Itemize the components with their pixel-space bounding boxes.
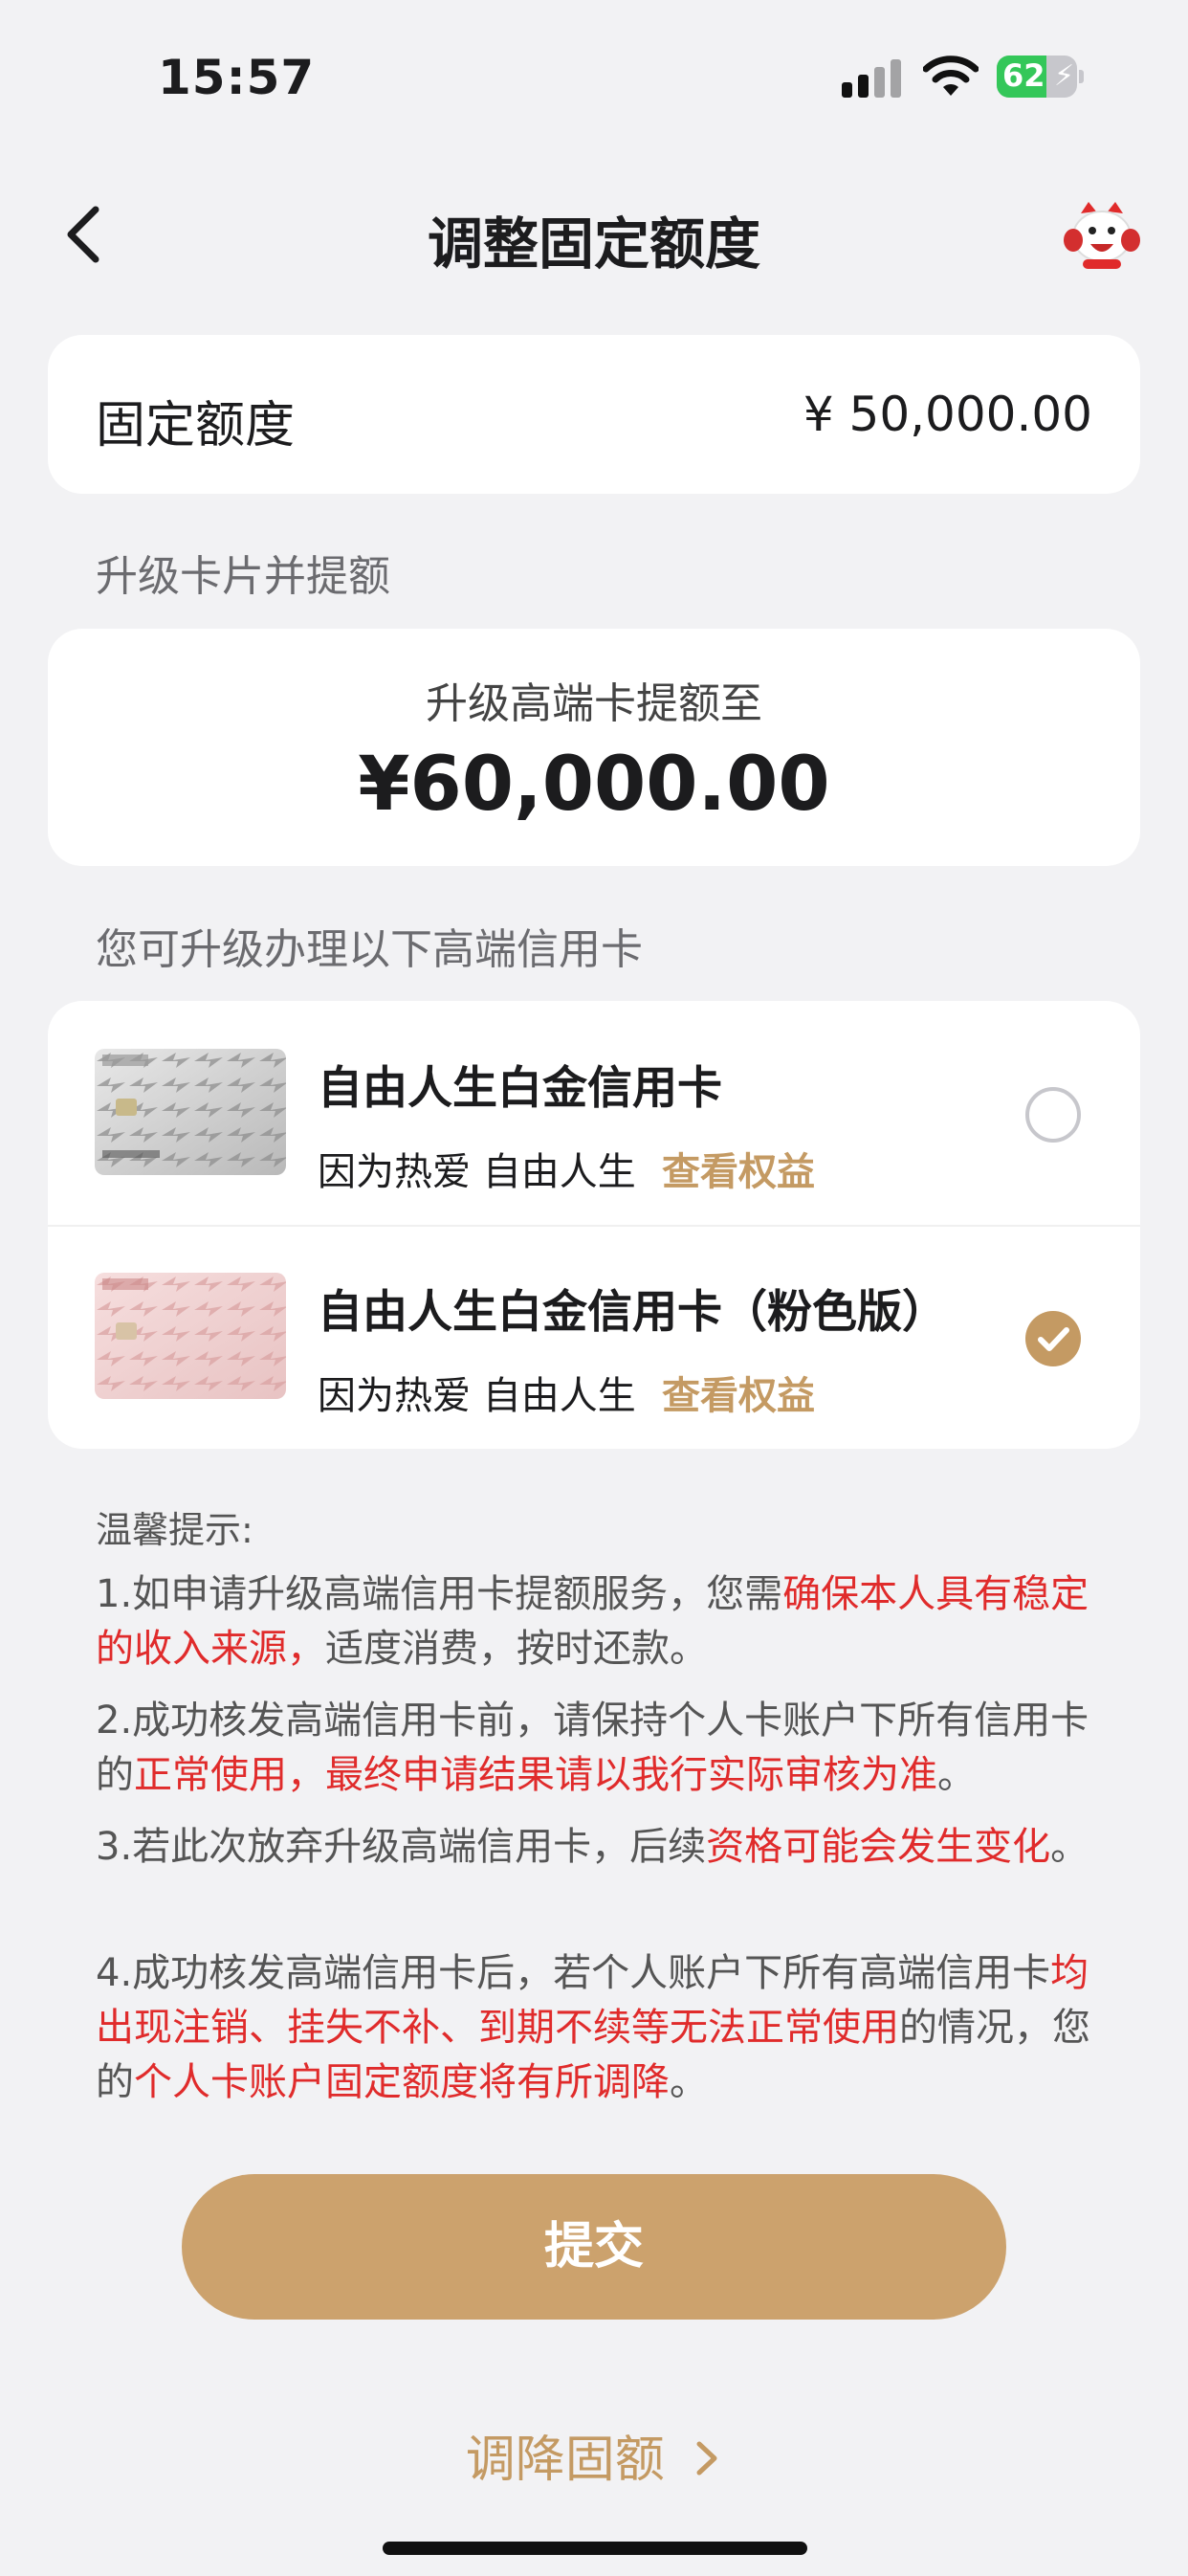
cellular-signal-icon [842, 59, 901, 98]
tip-3: 3.若此次放弃升级高端信用卡，后续资格可能会发生变化。 [96, 1820, 1110, 1875]
home-indicator [383, 2542, 807, 2555]
tip-text: 。 [937, 1753, 976, 1797]
radio-selected[interactable] [1025, 1311, 1081, 1366]
fixed-limit-card: 固定额度 ¥ 50,000.00 [48, 335, 1140, 494]
lower-limit-link[interactable]: 调降固额 [0, 2419, 1188, 2491]
tip-4: 4.成功核发高端信用卡后，若个人账户下所有高端信用卡均出现注销、挂失不补、到期不… [96, 1946, 1110, 2110]
tips-title: 温馨提示: [96, 1509, 253, 1551]
card-tagline: 因为热爱 自由人生 [318, 1374, 636, 1418]
charging-bolt-icon: ⚡ [1054, 59, 1075, 93]
lower-limit-label: 调降固额 [465, 2432, 665, 2489]
page-title: 调整固定额度 [427, 211, 760, 277]
checkmark-icon [1038, 1327, 1069, 1351]
battery-percent: 62 [1002, 57, 1045, 94]
tip-1: 1.如申请升级高端信用卡提额服务，您需确保本人具有稳定的收入来源，适度消费，按时… [96, 1567, 1110, 1677]
view-benefits-link[interactable]: 查看权益 [662, 1141, 815, 1196]
card-name: 自由人生白金信用卡 [318, 1062, 722, 1115]
tip-text: 4.成功核发高端信用卡后，若个人账户下所有高端信用卡 [96, 1951, 1051, 1995]
card-options-list: 自由人生白金信用卡 因为热爱 自由人生 查看权益 自由人生白金信用卡（粉色版） … [48, 1001, 1140, 1449]
tip-highlight: 资格可能会发生变化 [706, 1825, 1051, 1869]
tip-text: 。 [670, 2060, 708, 2104]
battery-icon: 62 ⚡ [997, 56, 1084, 98]
tip-2: 2.成功核发高端信用卡前，请保持个人卡账户下所有信用卡的正常使用，最终申请结果请… [96, 1694, 1110, 1803]
radio-unselected[interactable] [1025, 1087, 1081, 1143]
tip-highlight: 个人卡账户固定额度将有所调降 [134, 2060, 670, 2104]
fixed-limit-label: 固定额度 [96, 397, 296, 455]
chevron-right-icon [696, 2441, 717, 2476]
silver-birds-card-image [95, 1049, 286, 1175]
upgrade-section-title: 升级卡片并提额 [96, 552, 390, 601]
tip-text: 3.若此次放弃升级高端信用卡，后续 [96, 1825, 707, 1869]
mascot-icon[interactable] [1060, 196, 1144, 273]
card-name: 自由人生白金信用卡（粉色版） [318, 1286, 947, 1339]
tip-text: 1.如申请升级高端信用卡提额服务，您需 [96, 1572, 783, 1616]
tip-highlight: 正常使用，最终申请结果请以我行实际审核为准 [134, 1753, 937, 1797]
raise-amount-card: 升级高端卡提额至 ¥60,000.00 [48, 629, 1140, 866]
status-time: 15:57 [158, 50, 316, 105]
fixed-limit-value: ¥ 50,000.00 [803, 387, 1092, 442]
card-option-pink[interactable]: 自由人生白金信用卡（粉色版） 因为热爱 自由人生 查看权益 [48, 1225, 1140, 1449]
pink-birds-card-image [95, 1273, 286, 1399]
raise-subtitle: 升级高端卡提额至 [426, 679, 762, 728]
cards-section-title: 您可升级办理以下高端信用卡 [96, 925, 643, 974]
card-tagline: 因为热爱 自由人生 [318, 1150, 636, 1194]
view-benefits-link[interactable]: 查看权益 [662, 1365, 815, 1420]
raise-amount: ¥60,000.00 [358, 742, 830, 828]
wifi-icon [922, 54, 979, 100]
tip-text: 。 [1050, 1825, 1089, 1869]
submit-button[interactable] [182, 2174, 1006, 2320]
tip-text: 适度消费，按时还款。 [325, 1627, 708, 1671]
card-option-silver[interactable]: 自由人生白金信用卡 因为热爱 自由人生 查看权益 [48, 1001, 1140, 1227]
